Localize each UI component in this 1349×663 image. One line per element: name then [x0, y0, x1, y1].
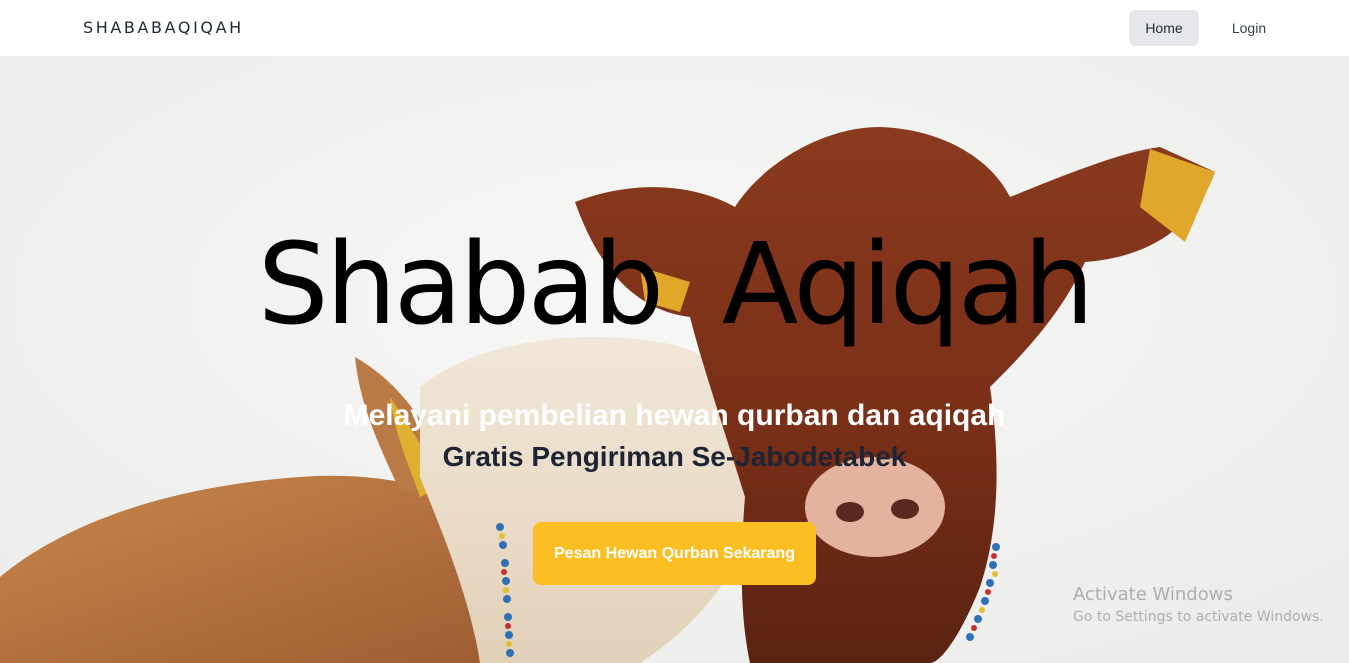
- watermark-subtitle: Go to Settings to activate Windows.: [1073, 609, 1324, 625]
- hero-subtitle: Melayani pembelian hewan qurban dan aqiq…: [343, 399, 1006, 432]
- hero-tagline: Gratis Pengiriman Se-Jabodetabek: [442, 441, 907, 472]
- order-qurban-button[interactable]: Pesan Hewan Qurban Sekarang: [533, 522, 816, 585]
- brand-logo-text[interactable]: SHABABAQIQAH: [83, 18, 244, 37]
- watermark-title: Activate Windows: [1073, 584, 1233, 605]
- nav-home-link[interactable]: Home: [1129, 10, 1199, 46]
- top-navbar: SHABABAQIQAH Home Login: [0, 0, 1349, 57]
- hero-section: Shabab Aqiqah Melayani pembelian hewan q…: [0, 57, 1349, 663]
- nav-login-link[interactable]: Login: [1214, 10, 1284, 46]
- hero-title: Shabab Aqiqah: [257, 220, 1095, 350]
- windows-activation-watermark: Activate Windows Go to Settings to activ…: [1073, 584, 1324, 625]
